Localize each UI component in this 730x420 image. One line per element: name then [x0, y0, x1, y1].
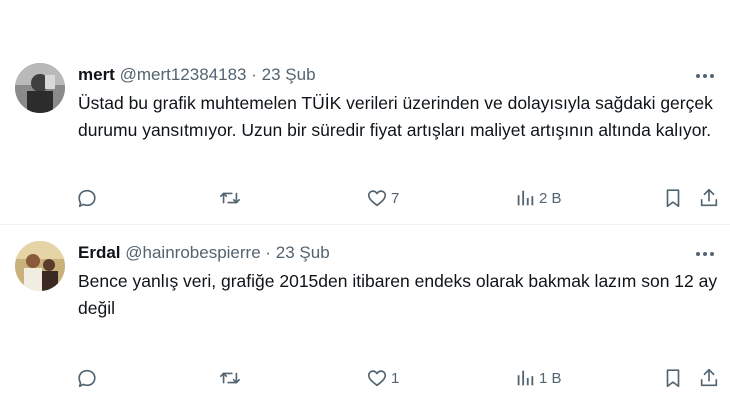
like-count: 1 — [391, 369, 400, 387]
retweet-icon — [218, 367, 242, 389]
share-icon — [698, 187, 720, 209]
share-button[interactable] — [698, 186, 720, 210]
reply-header: Erdal @hainrobespierre · 23 Şub — [78, 242, 330, 264]
reply-card[interactable]: mert @mert12384183 · 23 Şub Üstad bu gra… — [0, 0, 730, 225]
comment-icon — [76, 367, 98, 389]
reply-text: Bence yanlış veri, grafiğe 2015den itiba… — [78, 271, 718, 318]
avatar[interactable] — [15, 241, 65, 291]
post-date[interactable]: 23 Şub — [262, 65, 316, 84]
display-name[interactable]: mert — [78, 65, 115, 84]
reply-button[interactable] — [76, 366, 101, 390]
views-count: 2 B — [539, 189, 562, 207]
reply-header: mert @mert12384183 · 23 Şub — [78, 64, 316, 86]
separator-dot: · — [265, 243, 272, 262]
retweet-button[interactable] — [218, 366, 245, 390]
views-icon — [514, 187, 536, 209]
more-icon[interactable] — [692, 66, 718, 86]
post-date[interactable]: 23 Şub — [276, 243, 330, 262]
avatar[interactable] — [15, 63, 65, 113]
views-button[interactable]: 2 B — [514, 186, 562, 210]
bookmark-icon — [662, 367, 684, 389]
views-count: 1 B — [539, 369, 562, 387]
display-name[interactable]: Erdal — [78, 243, 121, 262]
separator-dot: · — [251, 65, 257, 84]
share-icon — [698, 367, 720, 389]
like-button[interactable]: 1 — [366, 366, 399, 390]
user-handle[interactable]: @hainrobespierre — [125, 243, 260, 262]
share-button[interactable] — [698, 366, 720, 390]
more-icon[interactable] — [692, 244, 718, 264]
heart-icon — [366, 367, 388, 389]
reply-text: Üstad bu grafik muhtemelen TÜİK verileri… — [78, 93, 713, 140]
action-bar: 7 2 B — [70, 186, 730, 210]
like-count: 7 — [391, 189, 400, 207]
reply-card[interactable]: Erdal @hainrobespierre · 23 Şub Bence ya… — [0, 225, 730, 420]
user-handle[interactable]: @mert12384183 — [120, 65, 247, 84]
heart-icon — [366, 187, 388, 209]
reply-button[interactable] — [76, 186, 101, 210]
bookmark-button[interactable] — [662, 366, 684, 390]
views-button[interactable]: 1 B — [514, 366, 562, 390]
like-button[interactable]: 7 — [366, 186, 399, 210]
bookmark-icon — [662, 187, 684, 209]
views-icon — [514, 367, 536, 389]
retweet-button[interactable] — [218, 186, 245, 210]
comment-icon — [76, 187, 98, 209]
retweet-icon — [218, 187, 242, 209]
bookmark-button[interactable] — [662, 186, 684, 210]
action-bar: 1 1 B — [70, 366, 730, 390]
